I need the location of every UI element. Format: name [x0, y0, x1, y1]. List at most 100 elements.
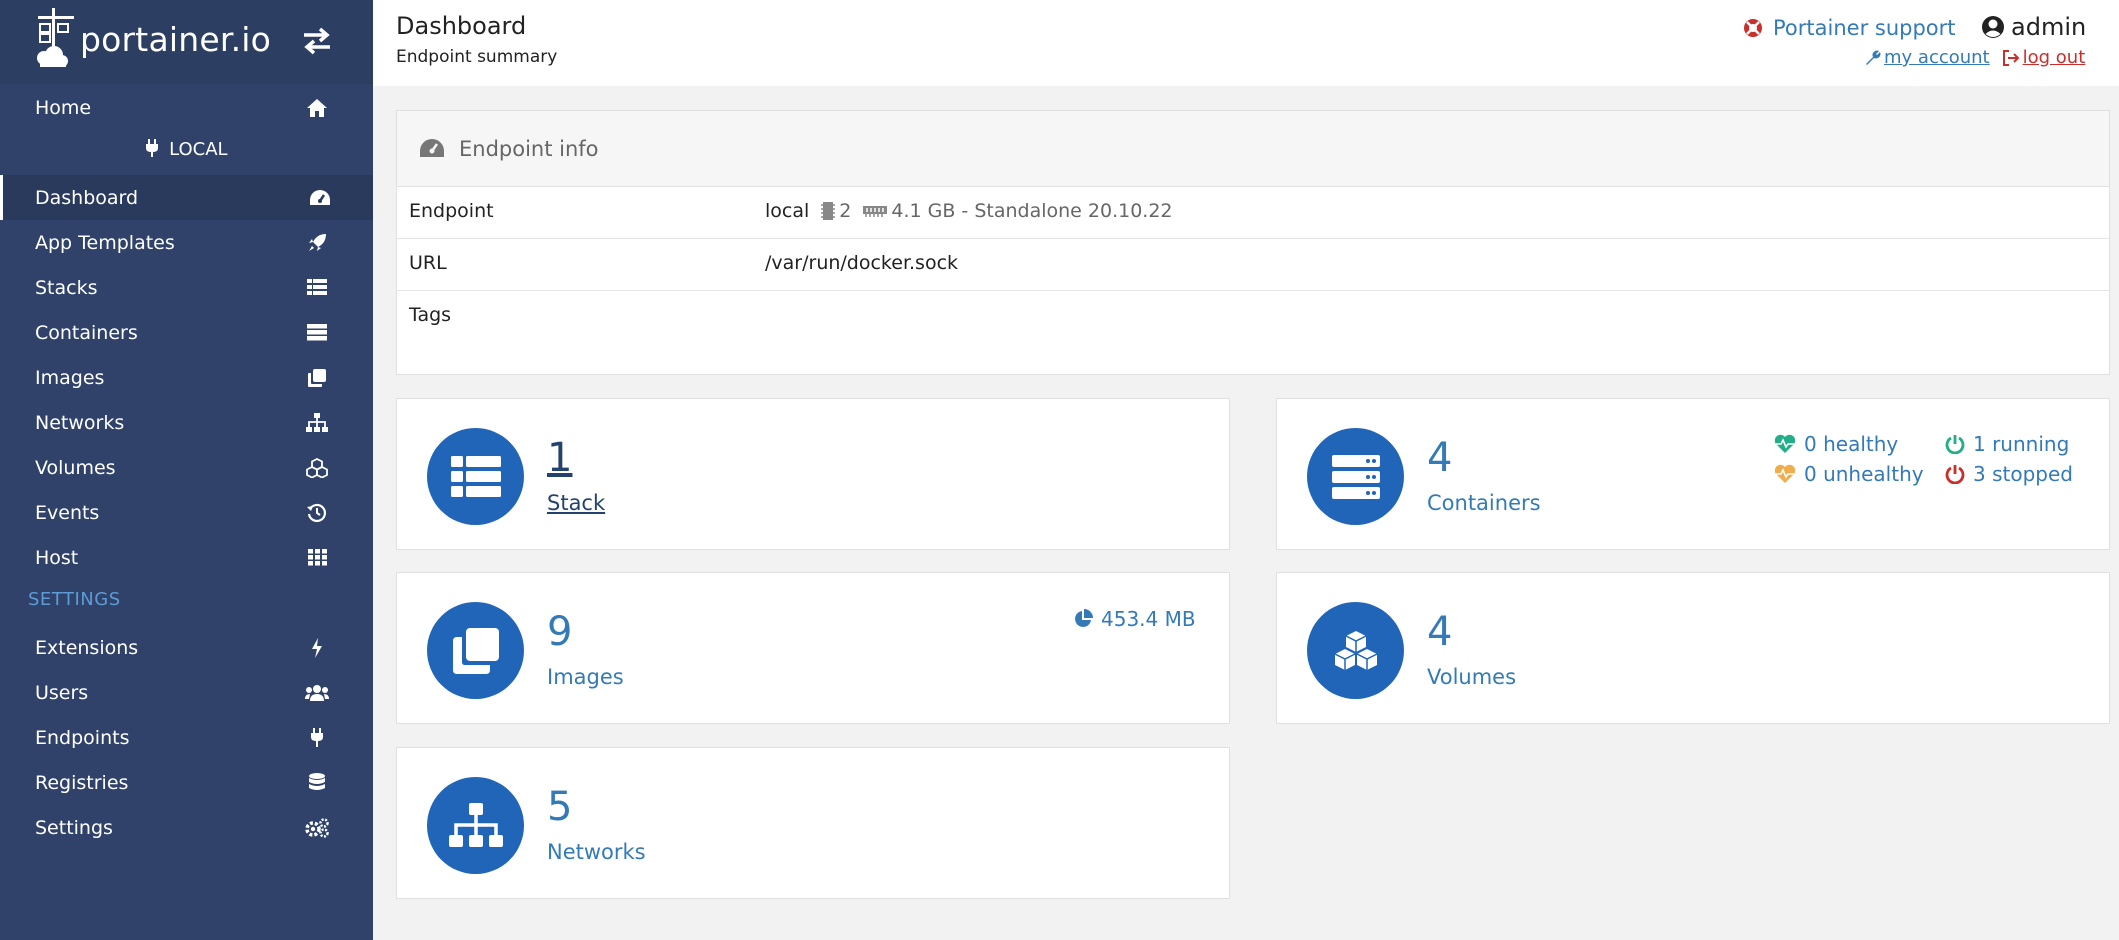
endpoint-name: local — [765, 200, 810, 222]
log-out-link[interactable]: log out — [2002, 47, 2085, 68]
sidebar-item-label: Networks — [35, 411, 125, 434]
sidebar-item-label: Volumes — [35, 456, 116, 479]
endpoint-details: 4.1 GB - Standalone 20.10.22 — [891, 200, 1173, 222]
sidebar-item-label: App Templates — [35, 231, 175, 254]
life-ring-icon — [1744, 19, 1762, 37]
endpoint-label: LOCAL — [169, 139, 228, 160]
sidebar-item-host[interactable]: Host — [0, 535, 373, 580]
clone-icon — [452, 627, 499, 674]
bolt-icon — [305, 636, 329, 660]
portainer-support-link[interactable]: Portainer support — [1743, 16, 1956, 40]
power-icon — [1945, 465, 1965, 484]
images-count: 9 — [547, 609, 573, 655]
portainer-logo[interactable]: portainer.io — [34, 6, 274, 72]
containers-card[interactable]: 4 Containers 0 healthy 0 unhealthy 1 run… — [1276, 398, 2110, 550]
containers-label: Containers — [1427, 491, 1541, 515]
sidebar-item-label: Dashboard — [35, 186, 139, 209]
plug-icon — [146, 139, 159, 157]
sidebar-item-label: Images — [35, 366, 105, 389]
plug-icon — [305, 726, 329, 750]
sidebar-item-networks[interactable]: Networks — [0, 400, 373, 445]
sidebar-item-label: Host — [35, 546, 79, 569]
volumes-count: 4 — [1427, 609, 1453, 655]
endpoint-info-panel: Endpoint info Endpoint local 2 4.1 GB - … — [396, 110, 2110, 375]
power-icon — [1945, 435, 1965, 454]
settings-heading: SETTINGS — [28, 589, 121, 610]
list-icon — [305, 276, 329, 300]
sidebar-item-stacks[interactable]: Stacks — [0, 265, 373, 310]
wrench-icon — [1866, 50, 1881, 65]
endpoint-value: local 2 4.1 GB - Standalone 20.10.22 — [765, 200, 1173, 222]
endpoint-info-header: Endpoint info — [397, 111, 2109, 187]
pie-chart-icon — [1075, 609, 1093, 627]
stack-label: Stack — [547, 491, 606, 515]
sitemap-icon — [448, 802, 503, 847]
cogs-icon — [305, 816, 329, 840]
running-count: 1 running — [1945, 432, 2069, 456]
memory-icon — [863, 206, 888, 217]
brand-name: portainer.io — [80, 19, 272, 59]
sitemap-icon — [305, 411, 329, 435]
my-account-link[interactable]: my account — [1865, 47, 1990, 68]
sidebar-item-label: Home — [35, 96, 92, 119]
page-subtitle: Endpoint summary — [396, 47, 558, 67]
sidebar-item-label: Users — [35, 681, 89, 704]
url-key: URL — [409, 252, 447, 274]
sidebar-item-label: Containers — [35, 321, 138, 344]
tachometer-icon — [420, 138, 444, 157]
networks-card[interactable]: 5 Networks — [396, 747, 1230, 899]
tachometer-icon — [308, 186, 332, 210]
stopped-label: 3 stopped — [1973, 462, 2073, 486]
sidebar-item-images[interactable]: Images — [0, 355, 373, 400]
page-title: Dashboard — [396, 12, 527, 40]
images-label: Images — [547, 665, 624, 689]
clone-icon — [305, 366, 329, 390]
cubes-icon — [1334, 630, 1377, 670]
sidebar-item-dashboard[interactable]: Dashboard — [0, 175, 373, 220]
sidebar: portainer.io Home LOCAL Dashboard App Te… — [0, 0, 373, 940]
images-size-label: 453.4 MB — [1101, 607, 1196, 631]
networks-icon-circle — [427, 777, 524, 874]
sidebar-item-endpoints[interactable]: Endpoints — [0, 715, 373, 760]
images-size: 453.4 MB — [1073, 607, 1196, 631]
user-links: my account log out — [1865, 47, 2085, 68]
running-label: 1 running — [1973, 432, 2070, 456]
stack-count: 1 — [547, 435, 573, 481]
containers-icon-circle — [1307, 428, 1404, 525]
endpoint-row: Endpoint local 2 4.1 GB - Standalone 20.… — [397, 187, 2109, 239]
networks-count: 5 — [547, 784, 573, 830]
portainer-logo-icon — [34, 6, 78, 72]
sidebar-item-extensions[interactable]: Extensions — [0, 625, 373, 670]
images-card[interactable]: 9 Images 453.4 MB — [396, 572, 1230, 724]
sidebar-endpoint-name: LOCAL — [0, 139, 373, 165]
sidebar-item-label: Stacks — [35, 276, 98, 299]
sidebar-item-containers[interactable]: Containers — [0, 310, 373, 355]
sidebar-item-settings[interactable]: Settings — [0, 805, 373, 850]
stack-card[interactable]: 1 Stack — [396, 398, 1230, 550]
history-icon — [305, 501, 329, 525]
endpoint-info-title: Endpoint info — [459, 136, 599, 161]
sidebar-item-events[interactable]: Events — [0, 490, 373, 535]
volumes-card[interactable]: 4 Volumes — [1276, 572, 2110, 724]
networks-label: Networks — [547, 840, 646, 864]
sidebar-item-home[interactable]: Home — [0, 85, 373, 130]
volumes-label: Volumes — [1427, 665, 1517, 689]
sidebar-item-label: Events — [35, 501, 100, 524]
sidebar-item-registries[interactable]: Registries — [0, 760, 373, 805]
sidebar-item-app-templates[interactable]: App Templates — [0, 220, 373, 265]
user-circle-icon — [1982, 16, 2004, 38]
sidebar-item-label: Settings — [35, 816, 113, 839]
exchange-icon[interactable] — [300, 26, 334, 56]
sidebar-item-users[interactable]: Users — [0, 670, 373, 715]
unhealthy-label: 0 unhealthy — [1804, 462, 1924, 486]
url-value: /var/run/docker.sock — [765, 252, 959, 274]
sidebar-item-volumes[interactable]: Volumes — [0, 445, 373, 490]
microchip-icon — [821, 202, 836, 220]
server-icon — [1331, 454, 1380, 499]
sidebar-header: portainer.io — [0, 0, 373, 84]
user-name: admin — [1981, 13, 2086, 41]
cubes-icon — [305, 456, 329, 480]
heartbeat-icon — [1774, 464, 1796, 483]
sign-out-icon — [2002, 49, 2020, 66]
user-label: admin — [2011, 13, 2087, 41]
